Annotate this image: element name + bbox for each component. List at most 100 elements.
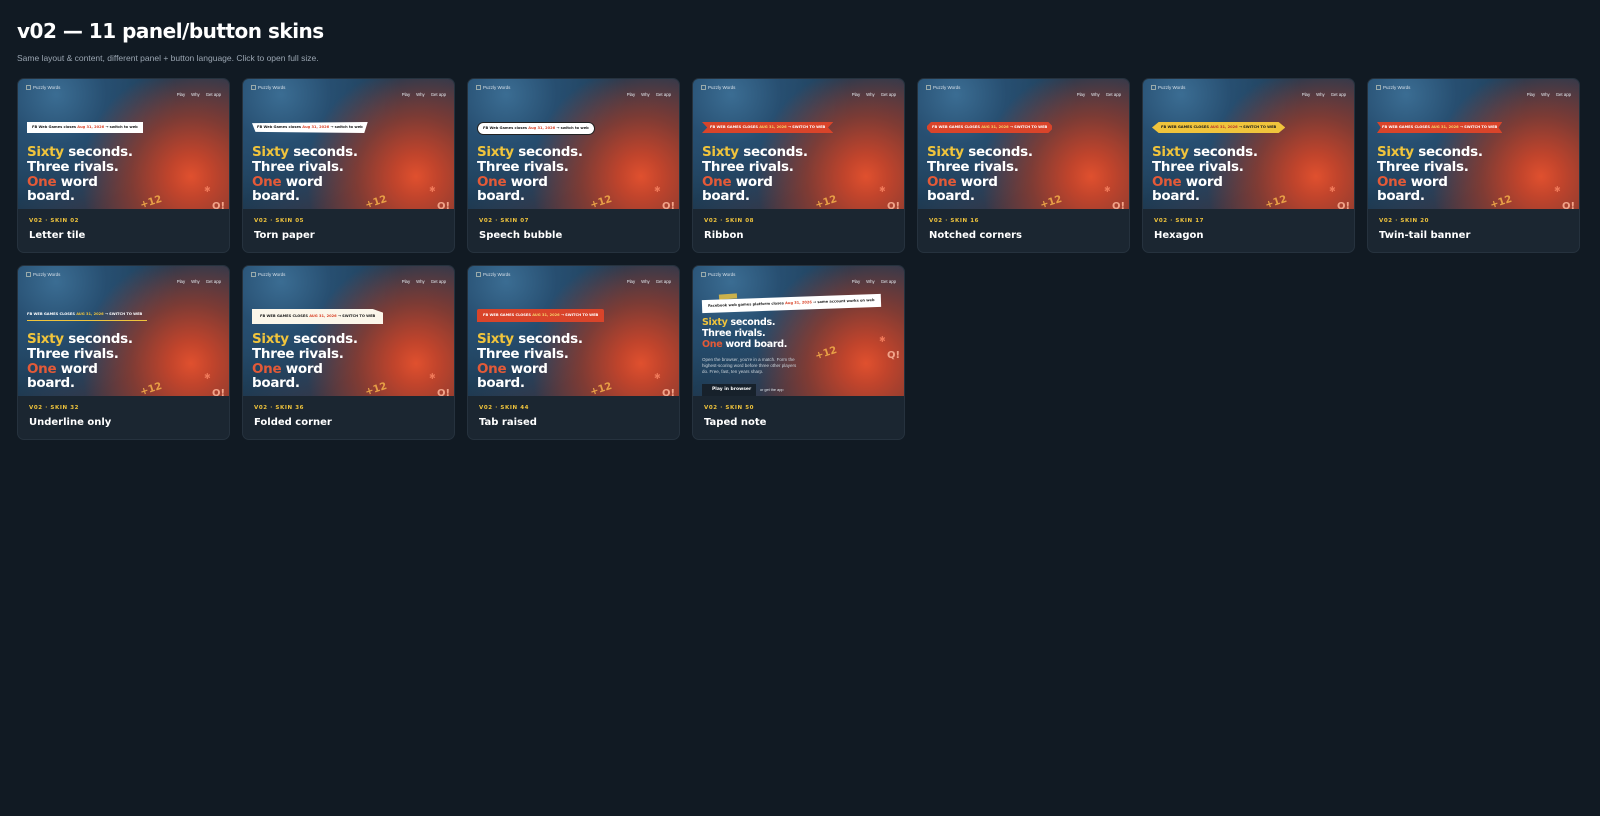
skin-preview-thumbnail[interactable]: Puzzly Words Play Why Get app FB WEB GAM… (243, 266, 454, 396)
logo-alt-text: Puzzly Words (258, 85, 286, 90)
skin-name: Taped note (704, 417, 767, 428)
score-plus-decoration: +12 (813, 344, 839, 363)
q-tile-decoration: Q! (211, 388, 225, 396)
nav-get-app: Get app (1555, 92, 1571, 97)
skin-preview-thumbnail[interactable]: Puzzly Words Play Why Get app FB WEB GAM… (1368, 79, 1579, 209)
nav-play: Play (1526, 92, 1536, 97)
skin-card[interactable]: Puzzly Words Play Why Get app FB Web Gam… (17, 78, 230, 253)
headline-seconds: seconds. (513, 331, 583, 347)
headline-sixty: Sixty (27, 144, 64, 160)
nav-why: Why (191, 92, 200, 97)
skin-grid: Puzzly Words Play Why Get app FB Web Gam… (17, 78, 1583, 440)
skin-preview-thumbnail[interactable]: Puzzly Words Play Why Get app FB Web Gam… (468, 79, 679, 209)
q-tile-decoration: Q! (661, 201, 675, 209)
headline-board: board. (1152, 188, 1200, 205)
logo-alt-text: Puzzly Words (483, 272, 511, 277)
preview-nav: Play Why Get app (627, 92, 671, 97)
play-in-browser-button[interactable]: Play in browser (702, 384, 756, 396)
headline-word: word (281, 173, 323, 190)
headline-board: board. (477, 375, 525, 392)
skin-preview-thumbnail[interactable]: Puzzly Words Play Why Get app FB WEB GAM… (18, 266, 229, 396)
banner-pre: FB WEB GAMES CLOSES (710, 125, 760, 129)
skin-preview-thumbnail[interactable]: Puzzly Words Play Why Get app FB WEB GAM… (918, 79, 1129, 209)
skin-code: V02 · SKIN 50 (704, 405, 755, 411)
skin-card[interactable]: Puzzly Words Play Why Get app FB WEB GAM… (17, 265, 230, 440)
brand-logo: Puzzly Words (251, 272, 285, 277)
skin-card[interactable]: Puzzly Words Play Why Get app FB WEB GAM… (467, 265, 680, 440)
brand-logo: Puzzly Words (926, 85, 960, 90)
skin-card[interactable]: Puzzly Words Play Why Get app FB WEB GAM… (692, 78, 905, 253)
headline-word: word (722, 339, 751, 350)
skin-card[interactable]: Puzzly Words Play Why Get app FB Web Gam… (242, 78, 455, 253)
banner-post: → switch to web (329, 125, 363, 129)
skin-name: Notched corners (929, 230, 1023, 241)
brand-logo: Puzzly Words (701, 85, 735, 90)
q-tile-decoration: Q! (886, 350, 900, 361)
headline-seconds: seconds. (288, 144, 358, 160)
preview-nav: Play Why Get app (627, 279, 671, 284)
skin-name: Torn paper (254, 230, 315, 241)
skin-card[interactable]: Puzzly Words Play Why Get app FB WEB GAM… (242, 265, 455, 440)
skin-card[interactable]: Puzzly Words Play Why Get app FB Web Gam… (467, 78, 680, 253)
skin-preview-thumbnail[interactable]: Puzzly Words Play Why Get app FB WEB GAM… (693, 79, 904, 209)
skin-code: V02 · SKIN 16 (929, 218, 980, 224)
broken-image-icon (1151, 85, 1156, 90)
banner-date: AUG 31, 2026 (981, 125, 1009, 129)
q-tile-decoration: Q! (1111, 201, 1125, 209)
score-plus-decoration: +12 (1263, 193, 1289, 209)
banner-post: → switch to web (555, 126, 589, 130)
skin-preview-thumbnail[interactable]: Puzzly Words Play Why Get app Facebook w… (693, 266, 904, 396)
headline-sixty: Sixty (702, 317, 728, 328)
preview-nav: Play Why Get app (1527, 92, 1571, 97)
banner-date: Aug 31, 2026 (302, 125, 330, 129)
nav-get-app: Get app (430, 279, 446, 284)
skin-code: V02 · SKIN 44 (479, 405, 530, 411)
brand-logo: Puzzly Words (26, 272, 60, 277)
headline: Sixty seconds. Three rivals. One word bo… (27, 332, 133, 391)
skin-code: V02 · SKIN 36 (254, 405, 305, 411)
nav-play: Play (851, 279, 861, 284)
banner-date: AUG 31, 2026 (1431, 125, 1459, 129)
logo-alt-text: Puzzly Words (483, 85, 511, 90)
score-plus-decoration: +12 (813, 193, 839, 209)
get-app-link[interactable]: or get the app (760, 388, 783, 392)
headline-seconds: seconds. (738, 144, 808, 160)
headline: Sixty seconds. Three rivals. One word bo… (477, 145, 583, 204)
headline-one: One (477, 360, 507, 377)
headline: Sixty seconds. Three rivals. One word bo… (252, 145, 358, 204)
skin-preview-thumbnail[interactable]: Puzzly Words Play Why Get app FB WEB GAM… (468, 266, 679, 396)
card-info: V02 · SKIN 32 Underline only (18, 396, 229, 437)
skin-name: Ribbon (704, 230, 744, 241)
headline-sixty: Sixty (252, 144, 289, 160)
headline: Sixty seconds. Three rivals. One word bo… (252, 332, 358, 391)
skin-card[interactable]: Puzzly Words Play Why Get app Facebook w… (692, 265, 905, 440)
closure-banner: FB WEB GAMES CLOSES AUG 31, 2026 → SWITC… (252, 309, 384, 324)
headline-word: word (56, 360, 98, 377)
closure-banner: FB WEB GAMES CLOSES AUG 31, 2026 → SWITC… (477, 309, 605, 322)
headline-sixty: Sixty (252, 331, 289, 347)
brand-logo: Puzzly Words (476, 272, 510, 277)
headline-sixty: Sixty (927, 144, 964, 160)
skin-name: Folded corner (254, 417, 332, 428)
skin-preview-thumbnail[interactable]: Puzzly Words Play Why Get app FB Web Gam… (243, 79, 454, 209)
broken-image-icon (476, 272, 481, 277)
nav-get-app: Get app (205, 92, 221, 97)
star-decoration: ✱ (204, 185, 211, 194)
nav-get-app: Get app (430, 92, 446, 97)
skin-code: V02 · SKIN 07 (479, 218, 530, 224)
banner-post: → SWITCH TO WEB (103, 312, 143, 316)
nav-play: Play (626, 92, 636, 97)
logo-alt-text: Puzzly Words (258, 272, 286, 277)
headline-seconds: seconds. (288, 331, 358, 347)
brand-logo: Puzzly Words (251, 85, 285, 90)
brand-logo: Puzzly Words (1376, 85, 1410, 90)
skin-card[interactable]: Puzzly Words Play Why Get app FB WEB GAM… (1367, 78, 1580, 253)
card-info: V02 · SKIN 17 Hexagon (1143, 209, 1354, 250)
skin-card[interactable]: Puzzly Words Play Why Get app FB WEB GAM… (917, 78, 1130, 253)
skin-card[interactable]: Puzzly Words Play Why Get app FB WEB GAM… (1142, 78, 1355, 253)
page: v02 — 11 panel/button skins Same layout … (0, 0, 1600, 440)
skin-preview-thumbnail[interactable]: Puzzly Words Play Why Get app FB WEB GAM… (1143, 79, 1354, 209)
preview-nav: Play Why Get app (852, 279, 896, 284)
headline-three-rivals: Three rivals. (252, 158, 344, 175)
skin-preview-thumbnail[interactable]: Puzzly Words Play Why Get app FB Web Gam… (18, 79, 229, 209)
